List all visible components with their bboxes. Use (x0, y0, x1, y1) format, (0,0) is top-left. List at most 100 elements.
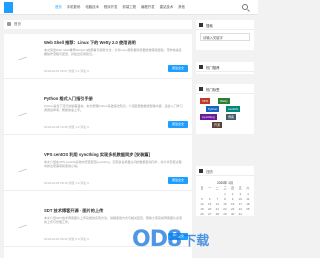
calendar-week-row: 5 6 7 8 9 10 11 (199, 197, 251, 201)
tag-item[interactable]: Python (206, 106, 220, 112)
panel-header: 日历 (196, 166, 254, 176)
watermark-logo: OD8 下载 (132, 226, 209, 252)
calendar-week-row: 12 13 14 15 16 17 18 (199, 202, 251, 206)
calendar-day[interactable]: 27 (207, 212, 213, 216)
calendar-day[interactable]: 14 (214, 202, 220, 206)
calendar-day (214, 192, 220, 196)
nav-item-program[interactable]: 程序开发 (104, 4, 118, 9)
calendar-day (199, 192, 205, 196)
calendar-day[interactable]: 16 (230, 202, 236, 206)
weekday: 六 (246, 186, 250, 190)
calendar-day (207, 192, 213, 196)
article-thumbnail[interactable] (8, 95, 39, 131)
calendar-day[interactable]: 26 (199, 212, 205, 216)
calendar-week-row: 1234 (199, 192, 251, 196)
calendar-day[interactable]: 23 (230, 207, 236, 211)
tag-item[interactable]: 开源 (212, 122, 223, 128)
article-thumbnail[interactable] (8, 151, 39, 187)
article-thumbnail[interactable] (8, 207, 39, 243)
site-logo[interactable] (4, 2, 30, 13)
article-title[interactable]: Python 格式入门指引手册 (44, 96, 184, 102)
weekday: 日 (200, 186, 204, 190)
tag-item[interactable]: centOS (226, 106, 241, 112)
calendar-day[interactable]: 8 (222, 197, 228, 201)
panel-title: 热门标签 (206, 88, 220, 92)
article-summary: Python是当下流行的编程语言，本文整理Python基础语法知识，介绍变量数据… (44, 104, 183, 113)
calendar-day[interactable]: 18 (245, 202, 251, 206)
tag-item[interactable]: 博客 (226, 114, 237, 120)
tag-item[interactable]: VPS (200, 98, 211, 104)
calendar-day[interactable]: 4 (245, 192, 251, 196)
article-summary: 本文介绍在VPS centOS系统中安装配置syncthing，实现多台机器之间… (44, 160, 182, 169)
calendar-day[interactable]: 6 (207, 197, 213, 201)
calendar-day[interactable]: 17 (237, 202, 243, 206)
home-icon[interactable] (7, 22, 11, 26)
tag-item[interactable]: syncthing (200, 114, 217, 120)
list-item: Python 格式入门指引手册 Python是当下流行的编程语言，本文整理Pyt… (4, 90, 192, 135)
nav-item-site[interactable]: 建站技术 (160, 4, 174, 9)
calendar-day[interactable]: 2 (230, 192, 236, 196)
calendar-day[interactable]: 12 (199, 202, 205, 206)
calendar-day[interactable]: 9 (230, 197, 236, 201)
nav-item-computer[interactable]: 电脑技术 (85, 4, 99, 9)
article-meta: 2019-03-28 10:28 浏览 1.2 评论 0 (44, 125, 89, 129)
article-title[interactable]: VPS centOS 利用 syncthing 实现多机数据同步 [安装篇] (44, 152, 184, 158)
image-placeholder-icon (18, 56, 27, 61)
breadcrumb-home-link[interactable]: 首页 (14, 22, 21, 27)
main-nav: 首页 手机数码 电脑技术 程序开发 前端工程 编程开发 建站技术 其他 (55, 4, 185, 9)
read-more-button[interactable]: 阅读全文 (168, 177, 188, 184)
panel-header: 热门标签 (196, 84, 254, 94)
nav-item-mobile[interactable]: 手机数码 (67, 4, 81, 9)
calendar-day[interactable]: 30 (230, 212, 236, 216)
calendar-day[interactable]: 15 (222, 202, 228, 206)
sidebar-hot-panel: 热门推荐 (196, 62, 254, 74)
nav-item-frontend[interactable]: 前端工程 (122, 4, 136, 9)
article-thumbnail[interactable] (8, 39, 39, 75)
panel-header: 热门推荐 (196, 62, 254, 72)
image-placeholder-icon (18, 224, 27, 229)
weekday: 二 (215, 186, 219, 190)
calendar-day[interactable]: 24 (237, 207, 243, 211)
article-list: Web Shell 推荐：Linux 下的 Wetty 2.0 使用说明 本文简… (4, 34, 192, 258)
search-panel-icon (199, 23, 203, 27)
sidebar-calendar-panel: 日历 2020年 1月 日 一 二 三 四 五 六 1 2 3 4 5 6 7 8 9 10 11 1… (196, 166, 254, 216)
calendar-day[interactable]: 20 (207, 207, 213, 211)
calendar-day[interactable]: 28 (214, 212, 220, 216)
calendar-day[interactable]: 25 (245, 207, 251, 211)
calendar-day[interactable]: 11 (245, 197, 251, 201)
top-navbar: 首页 手机数码 电脑技术 程序开发 前端工程 编程开发 建站技术 其他 (0, 0, 258, 15)
calendar-day[interactable]: 13 (207, 202, 213, 206)
article-title[interactable]: Web Shell 推荐：Linux 下的 Wetty 2.0 使用说明 (44, 40, 184, 46)
nav-item-home[interactable]: 首页 (55, 4, 62, 9)
panel-title: 搜索 (206, 24, 213, 28)
article-meta: 2019-04-01 05:07 浏览 1.1 评论 0 (44, 69, 89, 73)
read-more-button[interactable]: 阅读全文 (168, 121, 188, 128)
weekday: 一 (208, 186, 212, 190)
calendar-day[interactable]: 5 (199, 197, 205, 201)
article-meta: 2019-03-20 06:32 浏览 0.9 评论 0 (44, 237, 89, 241)
read-more-button[interactable]: 阅读全文 (168, 65, 188, 72)
calendar-day[interactable]: 21 (214, 207, 220, 211)
calendar-day[interactable]: 31 (237, 212, 243, 216)
search-icon[interactable] (242, 4, 248, 10)
nav-item-other[interactable]: 其他 (178, 4, 185, 9)
watermark-text: 下载 (183, 232, 210, 248)
search-input-value: 请输入关键字 (203, 36, 223, 40)
tag-panel-icon (199, 87, 203, 91)
calendar-day[interactable]: 10 (237, 197, 243, 201)
weekday: 五 (238, 186, 242, 190)
nav-item-coding[interactable]: 编程开发 (141, 4, 155, 9)
calendar-day[interactable]: 29 (222, 212, 228, 216)
panel-header: 搜索 (196, 20, 254, 30)
weekday: 三 (223, 186, 227, 190)
breadcrumb: 首页 (4, 20, 192, 29)
calendar-day[interactable]: 7 (214, 197, 220, 201)
calendar-icon (199, 169, 203, 173)
calendar-day[interactable]: 19 (199, 207, 205, 211)
tag-item[interactable]: Wetty (218, 98, 230, 104)
calendar-day[interactable]: 1 (222, 192, 228, 196)
calendar-day[interactable]: 22 (222, 207, 228, 211)
panel-title: 热门推荐 (206, 66, 220, 70)
article-title[interactable]: SDT 技术博客开源 · 图片的上传 (44, 208, 184, 214)
calendar-day[interactable]: 3 (237, 192, 243, 196)
